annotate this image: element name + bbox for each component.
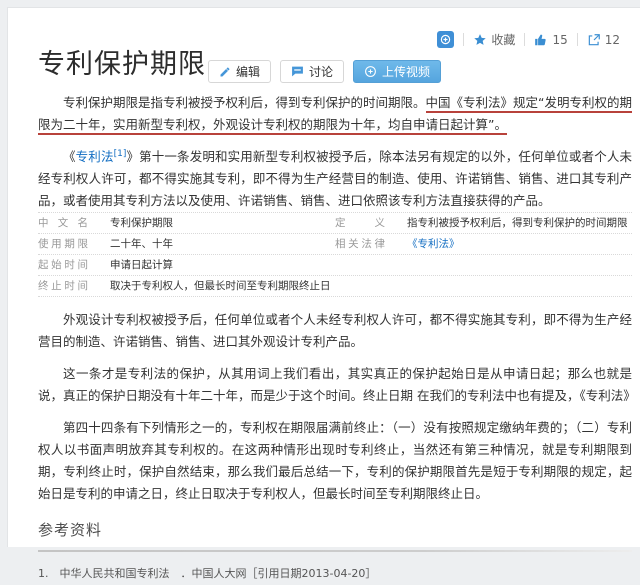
references-heading: 参考资料 [38,521,103,539]
info-label: 终止时间 [38,280,88,292]
pencil-icon [220,67,230,76]
title-toolbar: 编辑 讨论 上传视频 [208,60,442,83]
like-count: 15 [552,32,568,47]
citation-sup-link[interactable]: [1] [114,149,127,159]
thumbs-up-icon [535,34,547,45]
info-label: 起始时间 [38,259,88,271]
favorite-button[interactable]: 收藏 [473,31,515,48]
table-row: 终止时间 取决于专利权人，但最长时间至专利期限终止日 [38,276,632,297]
plus-badge-icon[interactable] [437,31,455,48]
content-panel: 收藏 15 12 专利保护期限 编辑 讨论 上传视频 专利保护期限是指专利被授予… [7,7,640,580]
action-bar: 收藏 15 12 [437,31,620,48]
discuss-button[interactable]: 讨论 [280,60,345,83]
divider [463,33,465,46]
reference-item[interactable]: 1. 中华人民共和国专利法 ．中国人大网［引用日期2013-04-20］ [38,563,632,585]
bracket-open: 《 [63,149,76,164]
intro-text: 专利保护期限是指专利被授予权利后，得到专利保护的时间期限。 [63,95,426,110]
divider [576,33,578,46]
paragraph-article44: 第四十四条有下列情形之一的，专利权在期限届满前终止：（一）没有按照规定缴纳年费的… [38,420,632,501]
speech-bubble-icon [292,66,303,77]
upload-video-button[interactable]: 上传视频 [353,60,442,83]
edit-label: 编辑 [236,65,261,79]
references-divider [38,550,632,552]
info-value: 专利保护期限 [110,217,173,229]
edit-button[interactable]: 编辑 [208,60,272,83]
table-row: 使用期限 二十年、十年 相关法律 《专利法》 [38,234,632,255]
favorite-label: 收藏 [491,33,516,47]
info-value: 取决于专利权人，但最长时间至专利期限终止日 [110,280,331,292]
related-law-link[interactable]: 《专利法》 [407,234,460,254]
upload-video-label: 上传视频 [382,65,431,79]
star-icon [474,33,487,45]
plus-circle-icon [365,66,376,77]
info-value: 申请日起计算 [110,259,173,271]
paragraph-real-protection: 这一条才是专利法的保护，从其用词上我们看出，其实真正的保护起始日是从申请日起；那… [38,366,636,403]
paragraph-intro: 专利保护期限是指专利被授予权利后，得到专利保护的时间期限。中国《专利法》规定“发… [38,92,632,136]
info-value: 指专利被授予权利后，得到专利保护的时间期限 [407,217,628,229]
article-body: 专利保护期限是指专利被授予权利后，得到专利保护的时间期限。中国《专利法》规定“发… [38,92,636,585]
patent-law-link[interactable]: 专利法 [76,149,114,164]
info-label: 使用期限 [38,238,88,250]
share-icon [588,33,600,45]
paragraph-law-article11: 《专利法[1]》第十一条发明和实用新型专利权被授予后，除本法另有规定的以外，任何… [38,146,632,212]
info-label: 相关法律 [335,238,385,250]
paragraph-design-patent: 外观设计专利权被授予后，任何单位或者个人未经专利权人许可，都不得实施其专利，即不… [38,312,632,349]
share-count: 12 [604,32,620,47]
divider [524,33,526,46]
basic-info-table: 中文名 专利保护期限 定义 指专利被授予权利后，得到专利保护的时间期限 使用期限… [38,212,632,297]
discuss-label: 讨论 [309,65,334,79]
info-value: 二十年、十年 [110,238,173,250]
plus-icon [441,34,451,45]
info-label: 中文名 [38,217,88,229]
law-article11-text: 》第十一条发明和实用新型专利权被授予后，除本法另有规定的以外，任何单位或者个人未… [38,149,632,208]
info-label: 定义 [335,217,385,229]
share-button[interactable]: 12 [587,33,620,47]
like-button[interactable]: 15 [534,32,568,47]
table-row: 中文名 专利保护期限 定义 指专利被授予权利后，得到专利保护的时间期限 [38,213,632,234]
page-title: 专利保护期限 [38,49,206,80]
table-row: 起始时间 申请日起计算 [38,255,632,276]
